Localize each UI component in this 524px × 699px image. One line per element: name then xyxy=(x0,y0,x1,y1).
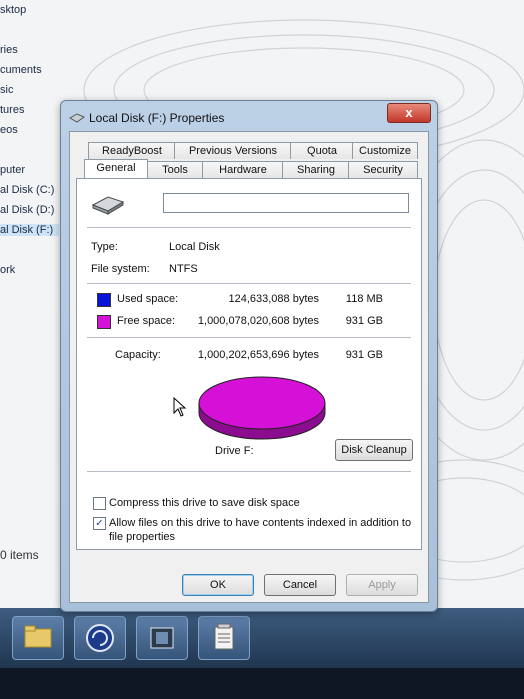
compress-checkbox[interactable] xyxy=(93,497,106,510)
disk-usage-pie xyxy=(198,376,326,440)
disk-cleanup-button[interactable]: Disk Cleanup xyxy=(335,439,413,461)
nav-item-disk-d[interactable]: al Disk (D:) xyxy=(0,204,54,216)
free-space-size: 931 GB xyxy=(345,315,383,327)
folder-icon xyxy=(24,625,52,648)
dialog-title: Local Disk (F:) Properties xyxy=(89,111,225,125)
separator xyxy=(87,227,411,228)
cancel-button[interactable]: Cancel xyxy=(264,574,336,596)
free-space-bytes: 1,000,078,020,608 bytes xyxy=(197,315,319,327)
navigation-pane: sktop ries cuments sic tures eos puter a… xyxy=(0,0,64,620)
properties-dialog: Local Disk (F:) Properties x ReadyBoost … xyxy=(60,100,438,612)
separator xyxy=(87,337,411,338)
type-label: Type: xyxy=(91,241,118,253)
tab-readyboost[interactable]: ReadyBoost xyxy=(88,142,176,159)
taskbar-media-button[interactable] xyxy=(136,616,188,660)
document-stack-icon xyxy=(214,623,234,650)
nav-item-libraries[interactable]: ries xyxy=(0,44,18,56)
tab-sharing[interactable]: Sharing xyxy=(282,161,350,178)
tab-quota[interactable]: Quota xyxy=(290,142,354,159)
nav-item-computer[interactable]: puter xyxy=(0,164,25,176)
nav-item-disk-f[interactable]: al Disk (F:) xyxy=(0,224,60,236)
separator xyxy=(87,471,411,472)
media-icon xyxy=(150,627,174,649)
nav-item-videos[interactable]: eos xyxy=(0,124,18,136)
taskbar-explorer-button[interactable] xyxy=(12,616,64,660)
used-space-label: Used space: xyxy=(117,293,179,305)
tab-previous-versions[interactable]: Previous Versions xyxy=(174,142,292,159)
general-tab-panel: Type: Local Disk File system: NTFS Used … xyxy=(76,178,422,550)
close-x-icon: x xyxy=(405,105,413,120)
free-space-label: Free space: xyxy=(117,315,176,327)
taskbar-document-button[interactable] xyxy=(198,616,250,660)
nav-item-documents[interactable]: cuments xyxy=(0,64,42,76)
tab-security[interactable]: Security xyxy=(348,161,418,178)
file-system-label: File system: xyxy=(91,263,150,275)
taskbar xyxy=(0,608,524,668)
mouse-cursor-icon xyxy=(173,397,187,417)
used-space-bytes: 124,633,088 bytes xyxy=(228,293,319,305)
drive-name-input[interactable] xyxy=(163,193,409,213)
dialog-client-area: ReadyBoost Previous Versions Quota Custo… xyxy=(69,131,429,603)
capacity-size: 931 GB xyxy=(345,349,383,361)
type-value: Local Disk xyxy=(169,241,220,253)
tab-hardware[interactable]: Hardware xyxy=(202,161,284,178)
close-button[interactable]: x xyxy=(387,103,431,123)
drive-letter-label: Drive F: xyxy=(215,445,254,457)
status-items-count: 0 items xyxy=(0,548,39,562)
index-label-line2: file properties xyxy=(109,531,176,543)
apply-button[interactable]: Apply xyxy=(346,574,418,596)
nav-item-pictures[interactable]: tures xyxy=(0,104,24,116)
free-space-swatch xyxy=(97,315,111,329)
used-space-swatch xyxy=(97,293,111,307)
nav-item-music[interactable]: sic xyxy=(0,84,13,96)
compress-label: Compress this drive to save disk space xyxy=(109,497,300,509)
tab-customize[interactable]: Customize xyxy=(352,142,418,159)
separator xyxy=(87,283,411,284)
index-label-line1: Allow files on this drive to have conten… xyxy=(109,517,412,529)
tab-general[interactable]: General xyxy=(84,159,148,178)
nav-item-desktop[interactable]: sktop xyxy=(0,4,26,16)
used-space-size: 118 MB xyxy=(345,293,383,305)
taskbar-app-button[interactable] xyxy=(74,616,126,660)
drive-title-icon xyxy=(69,113,85,123)
monitor-bezel xyxy=(0,668,524,699)
tab-tools[interactable]: Tools xyxy=(146,161,204,178)
ok-button[interactable]: OK xyxy=(182,574,254,596)
hard-drive-icon xyxy=(91,196,125,215)
capacity-label: Capacity: xyxy=(115,349,161,361)
index-checkbox[interactable]: ✓ xyxy=(93,517,106,530)
file-system-value: NTFS xyxy=(169,263,198,275)
capacity-bytes: 1,000,202,653,696 bytes xyxy=(197,349,319,361)
nav-item-disk-c[interactable]: al Disk (C:) xyxy=(0,184,54,196)
swirl-app-icon xyxy=(86,624,114,652)
nav-item-network[interactable]: ork xyxy=(0,264,15,276)
